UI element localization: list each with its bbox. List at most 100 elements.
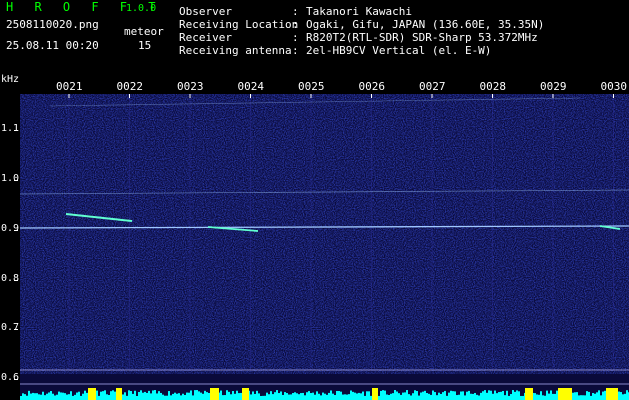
power-bar <box>208 392 210 400</box>
power-peak <box>558 388 572 400</box>
power-bar <box>472 393 474 400</box>
power-bar <box>260 395 262 400</box>
power-bar <box>268 394 270 400</box>
power-bar <box>522 395 524 400</box>
power-bar <box>238 393 240 400</box>
power-bar <box>28 390 30 400</box>
power-bar <box>406 390 408 400</box>
power-bar <box>290 394 292 400</box>
power-bar <box>470 393 472 400</box>
power-bar <box>410 395 412 400</box>
time-tick-label: 0026 <box>358 80 386 93</box>
power-bar <box>360 393 362 400</box>
power-bar <box>112 390 114 400</box>
power-bar <box>456 395 458 400</box>
power-bar <box>436 395 438 400</box>
power-bar <box>144 391 146 400</box>
power-bar <box>408 394 410 400</box>
power-bar <box>104 390 106 400</box>
power-bar <box>392 393 394 400</box>
time-tick-label: 0024 <box>237 80 265 93</box>
power-bar <box>584 395 586 400</box>
time-tick-label: 0030 <box>600 80 628 93</box>
power-bar <box>32 392 34 400</box>
power-bar <box>412 393 414 400</box>
power-bar <box>482 391 484 400</box>
power-bar <box>134 390 136 400</box>
power-bar <box>322 392 324 400</box>
time-tick-label: 0023 <box>177 80 204 93</box>
power-bar <box>80 395 82 400</box>
power-bar <box>626 390 628 400</box>
power-bar <box>194 390 196 400</box>
power-bar <box>140 390 142 400</box>
frequency-tick-mark <box>14 180 18 181</box>
power-bar <box>552 393 554 400</box>
date-time: 25.08.11 00:20 <box>6 39 99 52</box>
power-bar <box>106 394 108 400</box>
power-bar <box>554 393 556 400</box>
power-bar <box>26 395 28 400</box>
spectrogram <box>20 94 629 400</box>
power-bar <box>548 393 550 400</box>
power-bar <box>300 393 302 400</box>
power-bar <box>308 391 310 400</box>
time-tick-label: 0029 <box>540 80 567 93</box>
power-bar <box>66 394 68 400</box>
power-bar <box>580 395 582 400</box>
power-bar <box>586 391 588 400</box>
power-bar <box>540 391 542 400</box>
power-bar <box>366 391 368 400</box>
power-bar <box>114 391 116 400</box>
power-bar <box>52 393 54 400</box>
power-bar <box>232 391 234 400</box>
power-bar <box>396 391 398 400</box>
power-bar <box>546 390 548 400</box>
power-peak <box>606 388 618 400</box>
power-peak <box>210 388 219 400</box>
power-peak <box>372 388 378 400</box>
power-bar <box>152 390 154 400</box>
power-bar <box>306 392 308 400</box>
power-bar <box>426 393 428 400</box>
power-bar <box>310 393 312 400</box>
power-bar <box>312 392 314 400</box>
power-bar <box>178 393 180 400</box>
power-bar <box>348 394 350 400</box>
power-bar <box>150 393 152 400</box>
power-bar <box>358 392 360 400</box>
power-bar <box>382 390 384 400</box>
power-bar <box>70 391 72 400</box>
power-bar <box>266 392 268 400</box>
power-bar <box>258 393 260 400</box>
power-peak <box>88 388 96 400</box>
power-bar <box>156 393 158 400</box>
power-bar <box>288 394 290 400</box>
power-bar <box>388 394 390 400</box>
power-bar <box>128 390 130 400</box>
power-bar <box>280 391 282 400</box>
meteor-label: meteor <box>124 25 164 38</box>
power-bar <box>38 394 40 400</box>
power-bar <box>204 390 206 400</box>
power-bar <box>184 394 186 400</box>
power-bar <box>202 393 204 400</box>
power-bar <box>512 390 514 400</box>
power-bar <box>316 391 318 400</box>
power-bar <box>380 390 382 400</box>
power-bar <box>356 393 358 400</box>
power-bar <box>428 393 430 400</box>
power-bar <box>224 395 226 400</box>
power-bar <box>122 394 124 400</box>
power-bar <box>352 391 354 400</box>
power-bar <box>390 393 392 400</box>
power-bar <box>338 390 340 400</box>
power-bar <box>74 394 76 400</box>
power-bar <box>598 390 600 400</box>
time-tick-label: 0021 <box>56 80 83 93</box>
power-bar <box>314 394 316 400</box>
power-bar <box>240 392 242 400</box>
power-bar <box>96 390 98 400</box>
power-bar <box>538 394 540 400</box>
power-bar <box>400 394 402 400</box>
